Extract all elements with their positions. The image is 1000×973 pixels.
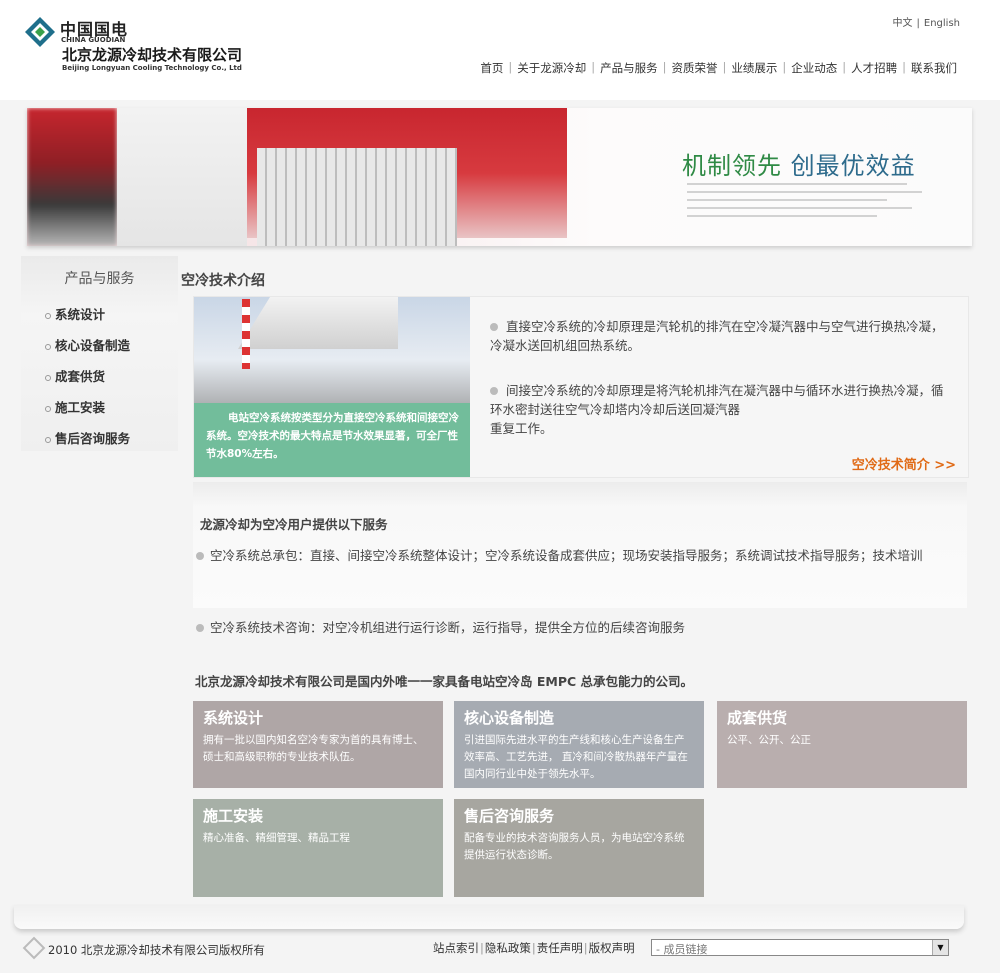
chevron-down-icon[interactable]: ▼ (932, 940, 948, 955)
nav-honors[interactable]: 资质荣誉 (667, 60, 723, 76)
company-logo[interactable]: 中国国电 CHINA GUODIAN 北京龙源冷却技术有限公司 Beijing … (24, 16, 284, 76)
bullet-icon (196, 624, 204, 632)
product-sidebar: 产品与服务 系统设计 核心设备制造 成套供货 施工安装 售后咨询服务 (21, 256, 178, 451)
intro-paragraph-text: 间接空冷系统的冷却原理是将汽轮机排汽在凝汽器中与循环水进行换热冷凝，循环水密封送… (490, 383, 944, 417)
footer-link-privacy[interactable]: 隐私政策 (485, 941, 531, 955)
content-bottom-edge (14, 905, 964, 929)
bullet-icon (490, 387, 498, 395)
service-item: 空冷系统技术咨询：对空冷机组进行运行诊断，运行指导，提供全方位的后续咨询服务 (196, 620, 976, 636)
tile-desc: 公平、公开、公正 (727, 734, 811, 746)
sidebar-item-after-sales[interactable]: 售后咨询服务 (45, 428, 130, 459)
service-item: 空冷系统总承包：直接、间接空冷系统整体设计；空冷系统设备成套供应；现场安装指导服… (196, 548, 976, 564)
photo-chimney-shape (242, 299, 250, 369)
footer-copyright: 2010 北京龙源冷却技术有限公司版权所有 (22, 936, 265, 960)
footer-link-disclaimer[interactable]: 责任声明 (537, 941, 583, 955)
banner-decorative-text (687, 181, 927, 224)
company-name-cn: 北京龙源冷却技术有限公司 (62, 46, 243, 64)
photo-caption: 电站空冷系统按类型分为直接空冷系统和间接空冷系统。空冷技术的最大特点是节水效果显… (194, 403, 470, 477)
nav-products[interactable]: 产品与服务 (595, 60, 663, 76)
lang-english-link[interactable]: English (922, 18, 962, 29)
section-title: 空冷技术介绍 (181, 273, 265, 289)
sidebar-menu: 系统设计 核心设备制造 成套供货 施工安装 售后咨询服务 (45, 304, 130, 459)
tile-desc: 拥有一批以国内知名空冷专家为首的具有博士、硕士和高级职称的专业技术队伍。 (203, 734, 424, 763)
intro-paragraph-text-cont: 重复工作。 (490, 421, 553, 436)
tile-desc: 配备专业的技术咨询服务人员，为电站空冷系统提供运行状态诊断。 (464, 832, 685, 861)
sidebar-item-label: 施工安装 (55, 400, 106, 415)
site-header: 中国国电 CHINA GUODIAN 北京龙源冷却技术有限公司 Beijing … (0, 0, 1000, 100)
footer-link-sitemap[interactable]: 站点索引 (433, 941, 479, 955)
tile-title: 施工安装 (203, 807, 264, 825)
sidebar-title: 产品与服务 (64, 271, 135, 287)
slogan-part-b: 创最优效益 (790, 152, 916, 180)
tile-title: 核心设备制造 (464, 709, 555, 727)
tile-installation[interactable]: 施工安装 精心准备、精细管理、精品工程 (193, 799, 443, 897)
tile-complete-supply[interactable]: 成套供货 公平、公开、公正 (717, 701, 967, 788)
bullet-icon (45, 312, 51, 319)
bullet-icon (45, 374, 51, 381)
tile-title: 成套供货 (727, 709, 788, 727)
nav-projects[interactable]: 业绩展示 (726, 60, 782, 76)
sidebar-item-core-equipment[interactable]: 核心设备制造 (45, 335, 130, 366)
services-heading: 龙源冷却为空冷用户提供以下服务 (200, 517, 388, 532)
banner-photo-building (117, 108, 247, 246)
intro-text: 直接空冷系统的冷却原理是汽轮机的排汽在空冷凝汽器中与空气进行换热冷凝，冷凝水送回… (490, 317, 950, 464)
footer-links: 站点索引|隐私政策|责任声明|版权声明 (433, 940, 635, 956)
tile-desc: 精心准备、精细管理、精品工程 (203, 832, 350, 844)
intro-paragraph: 间接空冷系统的冷却原理是将汽轮机排汽在凝汽器中与循环水进行换热冷凝，循环水密封送… (490, 381, 950, 438)
language-switch: 中文 | English (891, 14, 962, 29)
guodian-logo-icon (25, 17, 55, 47)
copyright-text: 2010 北京龙源冷却技术有限公司版权所有 (48, 943, 265, 957)
banner-decorative-lines (687, 183, 922, 217)
main-nav: 首页 | 关于龙源冷却 | 产品与服务 | 资质荣誉 | 业绩展示 | 企业动态 | 人才招… (475, 60, 962, 76)
slogan-part-a: 机制领先 (682, 152, 782, 180)
tile-title: 系统设计 (203, 709, 264, 727)
sidebar-item-label: 核心设备制造 (55, 338, 131, 353)
services-panel: 龙源冷却为空冷用户提供以下服务 (193, 482, 967, 608)
banner-photo-blur (27, 108, 117, 246)
sidebar-item-installation[interactable]: 施工安装 (45, 397, 130, 428)
banner-slogan: 机制领先 创最优效益 (682, 146, 916, 181)
member-links-value: - 成员链接 (656, 943, 708, 956)
photo-roof-shape (238, 297, 398, 349)
footer-link-copyright[interactable]: 版权声明 (589, 941, 635, 955)
bullet-icon (490, 323, 498, 331)
nav-contact[interactable]: 联系我们 (906, 60, 962, 76)
service-item-text: 空冷系统技术咨询：对空冷机组进行运行诊断，运行指导，提供全方位的后续咨询服务 (210, 620, 686, 635)
power-plant-photo: 电站空冷系统按类型分为直接空冷系统和间接空冷系统。空冷技术的最大特点是节水效果显… (194, 297, 470, 477)
member-links-select[interactable]: - 成员链接 ▼ (651, 939, 949, 956)
service-item-text: 空冷系统总承包：直接、间接空冷系统整体设计；空冷系统设备成套供应；现场安装指导服… (210, 548, 923, 563)
intro-panel: 电站空冷系统按类型分为直接空冷系统和间接空冷系统。空冷技术的最大特点是节水效果显… (193, 296, 969, 478)
nav-news[interactable]: 企业动态 (786, 60, 842, 76)
bullet-icon (45, 343, 51, 350)
lang-chinese-link[interactable]: 中文 (891, 18, 915, 29)
lang-separator: | (916, 18, 920, 29)
logo-en-text: CHINA GUODIAN (61, 36, 126, 44)
banner-photo-tanks (257, 148, 457, 246)
sidebar-item-complete-supply[interactable]: 成套供货 (45, 366, 130, 397)
footer-logo-icon (22, 936, 46, 960)
bullet-icon (196, 552, 204, 560)
company-statement: 北京龙源冷却技术有限公司是国内外唯一一家具备电站空冷岛 EMPC 总承包能力的公… (195, 674, 694, 689)
nav-careers[interactable]: 人才招聘 (846, 60, 902, 76)
tile-core-equipment[interactable]: 核心设备制造 引进国际先进水平的生产线和核心生产设备生产效率高、工艺先进， 直冷… (454, 701, 704, 788)
intro-paragraph: 直接空冷系统的冷却原理是汽轮机的排汽在空冷凝汽器中与空气进行换热冷凝，冷凝水送回… (490, 317, 950, 355)
intro-paragraph-text: 直接空冷系统的冷却原理是汽轮机的排汽在空冷凝汽器中与空气进行换热冷凝，冷凝水送回… (490, 319, 944, 353)
nav-home[interactable]: 首页 (475, 60, 508, 76)
sidebar-item-label: 售后咨询服务 (55, 431, 131, 446)
nav-about[interactable]: 关于龙源冷却 (512, 60, 591, 76)
tile-system-design[interactable]: 系统设计 拥有一批以国内知名空冷专家为首的具有博士、硕士和高级职称的专业技术队伍… (193, 701, 443, 788)
sidebar-item-system-design[interactable]: 系统设计 (45, 304, 130, 335)
bullet-icon (45, 405, 51, 412)
tile-title: 售后咨询服务 (464, 807, 555, 825)
tile-after-sales[interactable]: 售后咨询服务 配备专业的技术咨询服务人员，为电站空冷系统提供运行状态诊断。 (454, 799, 704, 897)
sidebar-item-label: 系统设计 (55, 307, 106, 322)
sidebar-item-label: 成套供货 (55, 369, 106, 384)
company-name-en: Beijing Longyuan Cooling Technology Co.,… (62, 64, 242, 72)
hero-banner: 机制领先 创最优效益 (27, 108, 972, 246)
tile-desc: 引进国际先进水平的生产线和核心生产设备生产效率高、工艺先进， 直冷和间冷散热器年… (464, 734, 688, 780)
bullet-icon (45, 436, 51, 443)
more-link[interactable]: 空冷技术简介 >> (852, 454, 956, 473)
